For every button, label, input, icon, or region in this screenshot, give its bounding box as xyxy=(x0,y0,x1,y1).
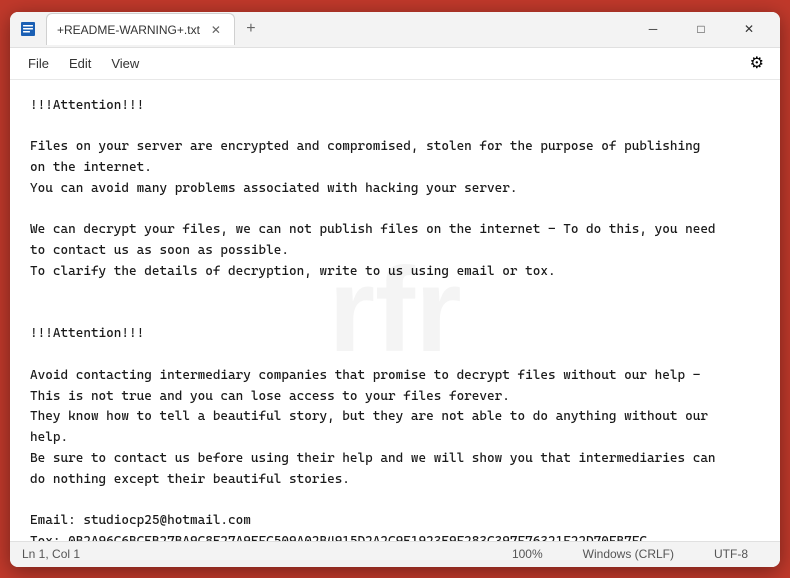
new-tab-button[interactable]: + xyxy=(237,15,265,43)
zoom-level[interactable]: 100% xyxy=(512,547,543,561)
settings-button[interactable]: ⚙ xyxy=(742,49,772,77)
line-ending[interactable]: Windows (CRLF) xyxy=(583,547,674,561)
active-tab[interactable]: +README-WARNING+.txt ✕ xyxy=(46,13,235,45)
encoding[interactable]: UTF-8 xyxy=(714,547,748,561)
menubar: File Edit View ⚙ xyxy=(10,48,780,80)
maximize-button[interactable]: □ xyxy=(678,13,724,45)
tab-close-button[interactable]: ✕ xyxy=(208,22,224,38)
menu-edit[interactable]: Edit xyxy=(59,52,101,75)
tab-title: +README-WARNING+.txt xyxy=(57,23,200,37)
window-controls: ─ □ ✕ xyxy=(630,13,772,45)
app-icon xyxy=(18,19,38,39)
tabs-area: +README-WARNING+.txt ✕ + xyxy=(46,13,630,45)
cursor-position: Ln 1, Col 1 xyxy=(22,547,80,561)
close-button[interactable]: ✕ xyxy=(726,13,772,45)
menu-view[interactable]: View xyxy=(101,52,149,75)
statusbar: Ln 1, Col 1 100% Windows (CRLF) UTF-8 xyxy=(10,541,780,567)
notepad-window: +README-WARNING+.txt ✕ + ─ □ ✕ File Edit… xyxy=(10,12,780,567)
text-editor-area[interactable]: rfr !!!Attention!!! Files on your server… xyxy=(10,80,780,541)
minimize-button[interactable]: ─ xyxy=(630,13,676,45)
menu-file[interactable]: File xyxy=(18,52,59,75)
gear-icon: ⚙ xyxy=(750,55,764,72)
titlebar: +README-WARNING+.txt ✕ + ─ □ ✕ xyxy=(10,12,780,48)
status-right-items: 100% Windows (CRLF) UTF-8 xyxy=(512,547,768,561)
document-text: !!!Attention!!! Files on your server are… xyxy=(30,96,760,541)
